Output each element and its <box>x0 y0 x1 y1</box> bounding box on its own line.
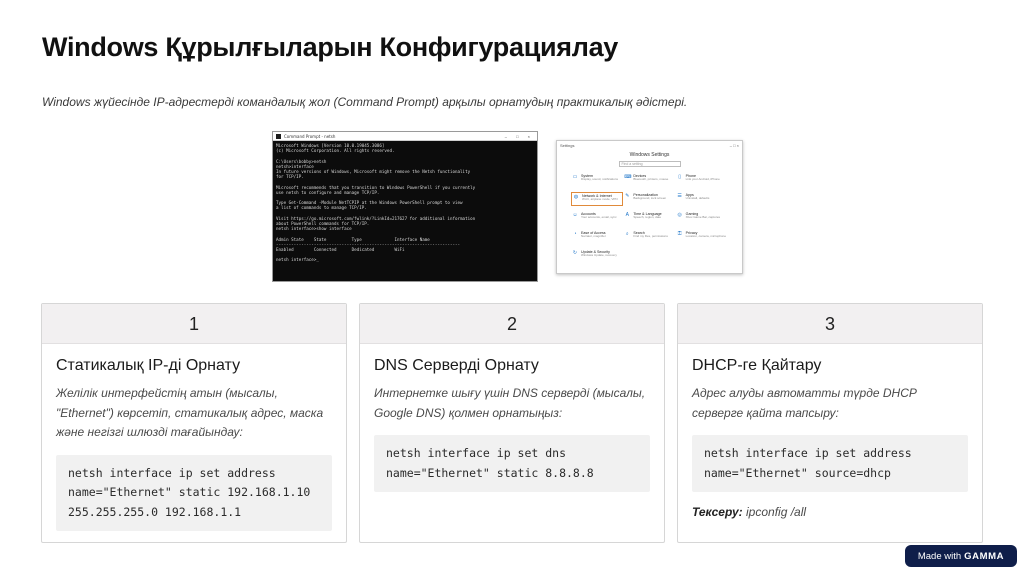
settings-item-desc: Your accounts, email, sync <box>581 215 617 219</box>
code-block: netsh interface ip set address name="Eth… <box>56 454 332 531</box>
step-card-1: 1 Статикалық IP-ді Орнату Желілік интерф… <box>41 303 347 543</box>
settings-item: ⚿ Privacy Location, camera, microphone <box>676 230 728 244</box>
step-title: DHCP-ге Қайтару <box>692 357 822 374</box>
settings-item-desc: Location, camera, microphone <box>685 234 727 238</box>
settings-item-icon: ☺ <box>572 212 578 218</box>
settings-item-desc: Display, sound, notifications <box>581 177 618 181</box>
windows-settings-screenshot: Settings – □ × Windows Settings Find a s… <box>556 140 743 274</box>
settings-item-desc: Speech, region, date <box>633 215 662 219</box>
page-subtitle: Windows жүйесінде IP-адрестерді командал… <box>42 95 688 109</box>
cmd-output: Microsoft Windows [Version 10.0.19045.30… <box>273 141 537 265</box>
cmd-window-controls: – □ × <box>504 133 534 139</box>
settings-item-icon: ✎ <box>625 193 630 199</box>
settings-item: ◍ Network & Internet Wi-Fi, airplane mode,… <box>571 192 624 206</box>
step-title: Статикалық IP-ді Орнату <box>56 357 241 374</box>
settings-item: ☺ Accounts Your accounts, email, sync <box>571 211 623 225</box>
settings-item-desc: Link your Android, iPhone <box>685 177 720 181</box>
cmd-app-icon <box>276 133 281 139</box>
settings-item-icon: ☰ <box>677 193 682 199</box>
settings-item-icon: ⌨ <box>624 174 632 180</box>
settings-item-icon: ⌕ <box>625 231 629 237</box>
settings-item-desc: Wi-Fi, airplane mode, VPN <box>582 197 618 201</box>
settings-item-desc: Uninstall, defaults <box>685 196 710 200</box>
settings-item: ▯ Phone Link your Android, iPhone <box>676 173 728 187</box>
step-description: Желілік интерфейстің атын (мысалы, "Ethe… <box>56 386 324 439</box>
settings-window-controls: – □ × <box>729 142 739 148</box>
code-block: netsh interface ip set address name="Eth… <box>692 435 968 492</box>
settings-item-desc: Xbox Game Bar, captures <box>685 215 721 219</box>
settings-item: ✎ Personalization Background, lock screen <box>623 192 675 206</box>
settings-item-icon: ▭ <box>572 174 578 180</box>
code-block: netsh interface ip set dns name="Etherne… <box>374 435 650 492</box>
step-title: DNS Серверді Орнату <box>374 357 539 374</box>
settings-grid: ▭ System Display, sound, notifications ⌨ Dev… <box>557 173 742 263</box>
settings-item: ▭ System Display, sound, notifications <box>571 173 623 187</box>
badge-made-with: Made with <box>917 550 962 562</box>
settings-item: ◎ Gaming Xbox Game Bar, captures <box>676 211 728 225</box>
settings-item-desc: Bluetooth, printers, mouse <box>633 177 669 181</box>
settings-item-icon: ◍ <box>573 194 579 200</box>
settings-item: ↻ Update & Security Windows Update, recove… <box>571 249 623 263</box>
settings-item-icon: ⚿ <box>677 231 682 237</box>
step-description: Интернетке шығу үшін DNS серверді (мысал… <box>374 386 646 420</box>
settings-title-bar: Settings – □ × <box>557 141 742 149</box>
badge-brand: GAMMA <box>964 550 1005 562</box>
command-prompt-screenshot: Command Prompt - netsh – □ × Microsoft W… <box>272 131 538 282</box>
cmd-title-bar: Command Prompt - netsh – □ × <box>273 132 537 141</box>
verify-note: Тексеру: ipconfig /all <box>692 505 968 519</box>
settings-item-icon: ▯ <box>678 174 682 180</box>
verify-command: ipconfig /all <box>742 505 807 519</box>
cmd-window-title: Command Prompt - netsh <box>284 133 336 139</box>
settings-item-desc: Narrator, magnifier <box>581 234 606 238</box>
settings-item: A Time & Language Speech, region, date <box>623 211 675 225</box>
step-card-3: 3 DHCP-ге Қайтару Адрес алуды автоматты … <box>677 303 983 543</box>
settings-item-icon: A <box>625 212 629 218</box>
cmd-line: netsh interface>_ <box>276 257 319 263</box>
page-title: Windows Құрылғыларын Конфигурациялау <box>42 32 619 62</box>
settings-search-input: Find a setting <box>618 161 681 167</box>
settings-item-icon: ↻ <box>572 250 578 256</box>
settings-item: ◔ Ease of Access Narrator, magnifier <box>571 230 623 244</box>
settings-window-title: Settings <box>560 142 575 148</box>
settings-item-desc: Find my files, permissions <box>633 234 668 238</box>
step-number: 1 <box>42 304 346 344</box>
made-with-gamma-badge[interactable]: Made with GAMMA <box>905 545 1017 567</box>
settings-heading: Windows Settings <box>629 152 670 158</box>
step-description: Адрес алуды автоматты түрде DHCP серверг… <box>692 386 917 420</box>
verify-label: Тексеру: <box>692 505 743 519</box>
step-card-2: 2 DNS Серверді Орнату Интернетке шығу үш… <box>359 303 665 543</box>
settings-item-icon: ◔ <box>573 231 577 237</box>
step-number: 2 <box>360 304 664 344</box>
settings-item-icon: ◎ <box>677 212 682 218</box>
step-number: 3 <box>678 304 982 344</box>
settings-item-desc: Windows Update, recovery <box>581 253 617 257</box>
settings-item-desc: Background, lock screen <box>633 196 667 200</box>
settings-item: ⌕ Search Find my files, permissions <box>623 230 675 244</box>
settings-item: ☰ Apps Uninstall, defaults <box>676 192 728 206</box>
settings-item: ⌨ Devices Bluetooth, printers, mouse <box>623 173 675 187</box>
